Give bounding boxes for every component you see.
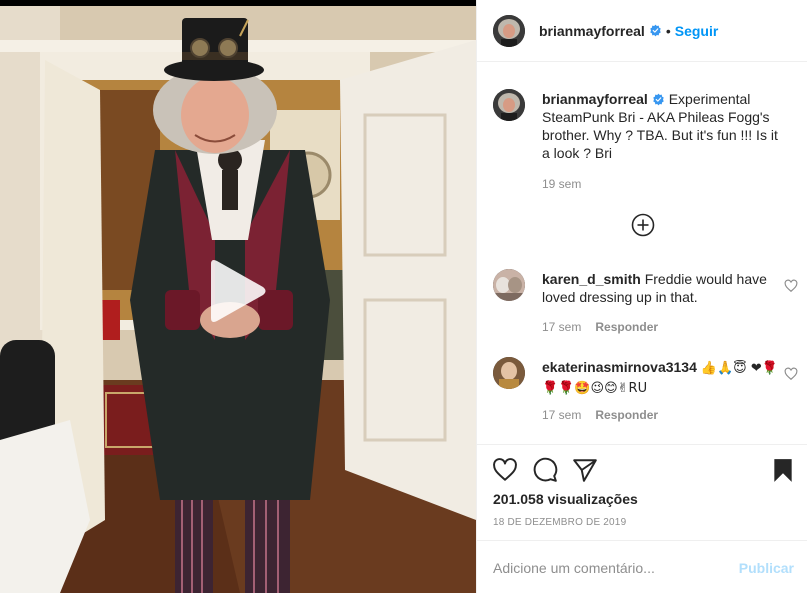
commenter-username[interactable]: ekaterinasmirnova3134 — [542, 359, 697, 375]
plus-circle-icon[interactable] — [631, 213, 655, 237]
caption-username[interactable]: brianmayforreal — [542, 91, 648, 107]
comment-meta: 17 sem Responder — [542, 408, 658, 422]
bookmark-icon[interactable] — [770, 457, 796, 483]
comment-body: ekaterinasmirnova3134 👍🙏😇 ❤🌹🌹🌹🤩😉😊✌RU — [542, 358, 782, 398]
heart-icon[interactable] — [492, 457, 518, 483]
post-header: brianmayforreal • Seguir — [477, 0, 807, 62]
comment-timestamp[interactable]: 17 sem — [542, 408, 581, 422]
reply-button[interactable]: Responder — [595, 320, 658, 334]
post-details-panel: brianmayforreal • Seguir brianmayforreal… — [476, 0, 807, 593]
comment-bubble-icon[interactable] — [532, 457, 558, 483]
publish-button[interactable]: Publicar — [739, 560, 794, 576]
post-date: 18 DE DEZEMBRO DE 2019 — [493, 517, 627, 528]
author-username[interactable]: brianmayforreal — [539, 23, 645, 39]
caption-avatar[interactable] — [493, 89, 525, 121]
comments-list[interactable]: brianmayforreal Experimental SteamPunk B… — [477, 62, 807, 444]
verified-badge-icon — [653, 93, 664, 106]
play-icon[interactable] — [205, 258, 267, 324]
commenter-avatar[interactable] — [493, 269, 525, 301]
add-comment-bar: Publicar — [477, 540, 807, 593]
commenter-username[interactable]: karen_d_smith — [542, 271, 641, 287]
post-media[interactable] — [0, 0, 476, 593]
view-count[interactable]: 201.058 visualizações — [493, 491, 638, 507]
post-actions: 201.058 visualizações 18 DE DEZEMBRO DE … — [477, 444, 807, 540]
reply-button[interactable]: Responder — [595, 408, 658, 422]
paper-plane-icon[interactable] — [572, 457, 598, 483]
author-avatar[interactable] — [493, 14, 525, 47]
comment-meta: 17 sem Responder — [542, 320, 658, 334]
comment-input[interactable] — [493, 558, 723, 578]
commenter-avatar[interactable] — [493, 357, 525, 389]
caption-time: 19 sem — [542, 177, 581, 191]
caption-timestamp[interactable]: 19 sem — [542, 177, 581, 191]
caption-body: brianmayforreal Experimental SteamPunk B… — [542, 90, 782, 162]
media-top-strip — [0, 0, 476, 6]
comment-body: karen_d_smith Freddie would have loved d… — [542, 270, 782, 306]
header-separator: • — [665, 22, 671, 39]
comment-timestamp[interactable]: 17 sem — [542, 320, 581, 334]
follow-button[interactable]: Seguir — [675, 23, 719, 39]
heart-icon[interactable] — [784, 279, 798, 293]
heart-icon[interactable] — [784, 367, 798, 381]
verified-badge-icon — [650, 24, 661, 37]
